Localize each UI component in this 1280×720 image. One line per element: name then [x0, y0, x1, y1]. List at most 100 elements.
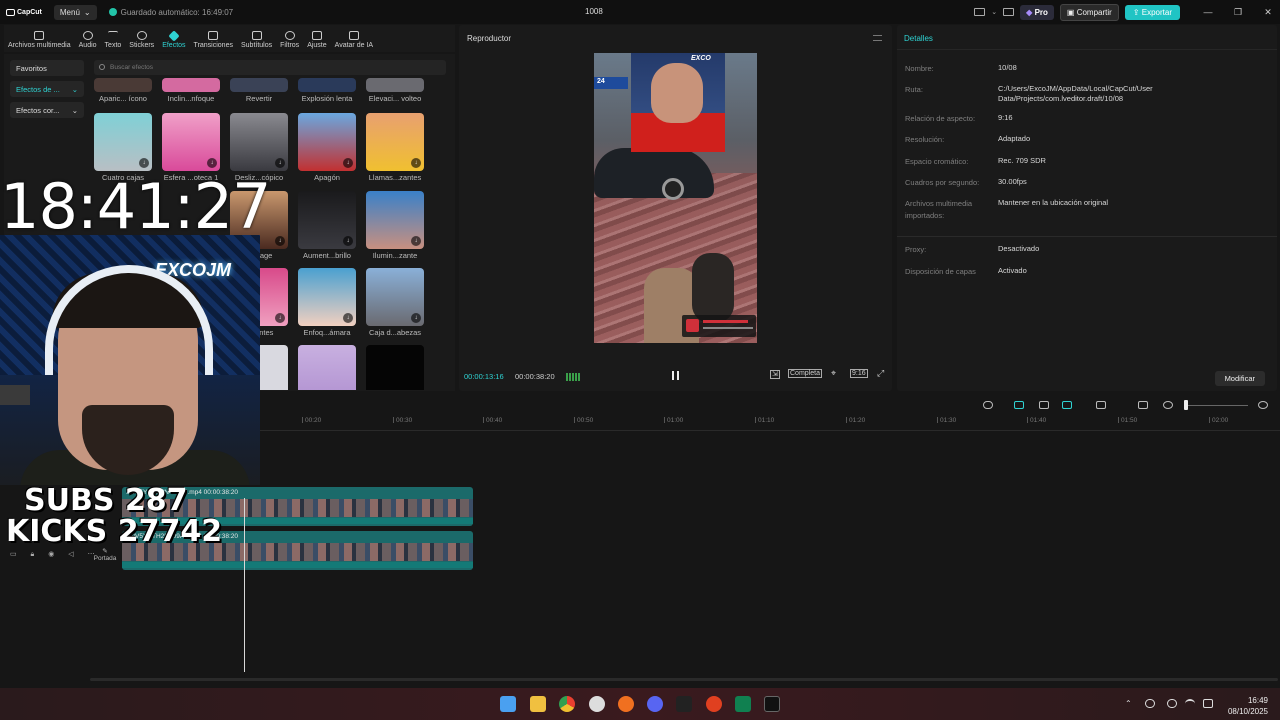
kicks-count: KICKS 27742	[6, 514, 223, 549]
shortcuts-icon[interactable]	[1003, 8, 1015, 16]
ratio-button[interactable]: 9:16	[850, 369, 868, 378]
wifi-icon[interactable]	[1185, 699, 1195, 708]
tool-effects[interactable]: Efectos	[158, 30, 189, 52]
effect-thumbnail: ↓	[366, 113, 424, 171]
maximize-button[interactable]: ❐	[1226, 7, 1250, 18]
search-input[interactable]: Buscar efectos	[94, 60, 446, 75]
detail-value: Activado	[998, 266, 1027, 275]
chevron-up-icon[interactable]: ⌃	[1125, 699, 1135, 708]
effect-tile[interactable]: ↓ Enfoq...ámara	[298, 268, 356, 337]
export-button[interactable]: ⇪ Exportar	[1124, 4, 1180, 20]
screenshot-icon[interactable]: ⌖	[831, 368, 836, 379]
link-icon[interactable]	[1039, 401, 1049, 409]
effect-label: Aparic... ícono	[99, 94, 147, 103]
detail-value: Desactivado	[998, 244, 1040, 253]
microphone-icon[interactable]	[983, 401, 993, 409]
effect-tile[interactable]: Revertir	[230, 78, 288, 103]
effect-tile[interactable]: Inclin...nfoque	[162, 78, 220, 103]
fullscreen-icon[interactable]: ⤢	[877, 368, 884, 379]
layout-icon[interactable]	[974, 8, 986, 16]
firefox-icon[interactable]	[618, 696, 634, 712]
video-car	[594, 148, 714, 198]
sidebar-item-label: Efectos cor...	[16, 106, 60, 115]
effect-tile[interactable]: ↓ Caja d...abezas	[366, 268, 424, 337]
playhead[interactable]	[244, 498, 245, 672]
app-icon[interactable]	[706, 696, 722, 712]
effect-tile[interactable]: ↓ Llamas...zantes	[366, 113, 424, 182]
subs-count: SUBS 287	[24, 483, 188, 518]
tool-audio[interactable]: Audio	[75, 31, 101, 52]
effects-sidebar: Favoritos Efectos de ... ⌄ Efectos cor...…	[10, 60, 84, 123]
share-button[interactable]: ▣ Compartir	[1059, 3, 1119, 21]
pause-button[interactable]	[672, 371, 679, 380]
magnet-icon[interactable]	[1014, 401, 1024, 409]
effect-tile[interactable]: Elevaci... volteo	[366, 78, 424, 103]
crop-icon[interactable]: ⇲	[770, 370, 780, 379]
windows-start-icon[interactable]	[500, 696, 516, 712]
effect-tile[interactable]: Aparic... ícono	[94, 78, 152, 103]
player-title: Reproductor	[467, 34, 512, 43]
timeline-scrollbar[interactable]	[90, 678, 1278, 681]
tool-media[interactable]: Archivos multimedia	[4, 31, 75, 52]
zoom-slider-handle[interactable]	[1184, 400, 1188, 410]
cloud-icon[interactable]	[1145, 699, 1155, 708]
caption-icon[interactable]	[1138, 401, 1148, 409]
ruler-tick: 02:00	[1208, 417, 1229, 424]
volume-icon[interactable]	[1203, 699, 1213, 708]
ruler-tick: 00:30	[392, 417, 413, 424]
video-preview[interactable]: 24 EXCO	[594, 53, 757, 343]
notification-line	[703, 320, 748, 323]
preview-axis-icon[interactable]	[1062, 401, 1072, 409]
sidebar-item-label: Favoritos	[16, 64, 47, 73]
tool-filters[interactable]: Filtros	[276, 31, 303, 52]
track-controls[interactable]: ▭ 🔒︎ ◉ ◁ ⋯	[10, 550, 101, 559]
menu-button[interactable]: Menú ⌄	[53, 4, 97, 20]
menu-icon[interactable]	[873, 35, 882, 41]
steam-icon[interactable]	[589, 696, 605, 712]
zoom-in-icon[interactable]	[1258, 401, 1268, 409]
discord-icon[interactable]	[647, 696, 663, 712]
chevron-down-icon[interactable]: ⌄	[991, 8, 997, 16]
detail-key: Ruta:	[905, 85, 923, 94]
effect-tile[interactable]: ↓ Ilumin...zante	[366, 191, 424, 260]
player-panel: Reproductor 24 EXCO 00:00:13:16 00:00:38…	[459, 25, 892, 391]
capcut-icon[interactable]	[764, 696, 780, 712]
download-icon: ↓	[139, 158, 149, 168]
file-explorer-icon[interactable]	[530, 696, 546, 712]
effect-tile[interactable]	[366, 345, 424, 390]
media-icon	[34, 31, 45, 40]
tool-stickers[interactable]: Stickers	[125, 31, 158, 52]
excel-icon[interactable]	[735, 696, 751, 712]
microphone-icon[interactable]	[1167, 699, 1177, 708]
fit-dropdown[interactable]: Completa	[788, 369, 822, 378]
split-icon[interactable]	[1096, 401, 1106, 409]
modify-button[interactable]: Modificar	[1214, 371, 1265, 386]
tool-label: Ajuste	[307, 42, 327, 49]
skull-icon	[686, 319, 699, 332]
tool-ai-avatar[interactable]: Avatar de IA	[331, 31, 377, 52]
system-clock[interactable]: 16:49 08/10/2025	[1228, 695, 1268, 717]
zoom-out-icon[interactable]	[1163, 401, 1173, 409]
capcut-alt-icon[interactable]	[676, 696, 692, 712]
chrome-icon[interactable]	[559, 696, 575, 712]
tool-text[interactable]: Texto	[101, 31, 126, 52]
sidebar-item-favorites[interactable]: Favoritos	[10, 60, 84, 76]
pro-button[interactable]: ◆ Pro	[1020, 4, 1054, 20]
clock-time: 16:49	[1247, 696, 1268, 705]
tool-adjust[interactable]: Ajuste	[303, 31, 330, 52]
tool-subtitles[interactable]: Subtítulos	[237, 31, 276, 52]
effect-thumbnail: ↓	[298, 113, 356, 171]
cover-button[interactable]: ✎ Portada	[92, 547, 118, 562]
zoom-slider[interactable]	[1188, 405, 1248, 406]
sidebar-item-body-effects[interactable]: Efectos cor... ⌄	[10, 102, 84, 118]
tool-transitions[interactable]: Transiciones	[190, 31, 237, 52]
effect-tile[interactable]	[298, 345, 356, 390]
effect-tile[interactable]: ↓ Apagón	[298, 113, 356, 182]
timeline-ruler[interactable]: 00:20 00:30 00:40 00:50 01:00 01:10 01:2…	[260, 417, 1280, 431]
effect-tile[interactable]: Explosión lenta	[298, 78, 356, 103]
detail-key: Resolución:	[905, 135, 945, 144]
minimize-button[interactable]: —	[1196, 7, 1220, 17]
effect-tile[interactable]: ↓ Aument...brillo	[298, 191, 356, 260]
close-button[interactable]: ✕	[1256, 7, 1280, 18]
sidebar-item-video-effects[interactable]: Efectos de ... ⌄	[10, 81, 84, 97]
